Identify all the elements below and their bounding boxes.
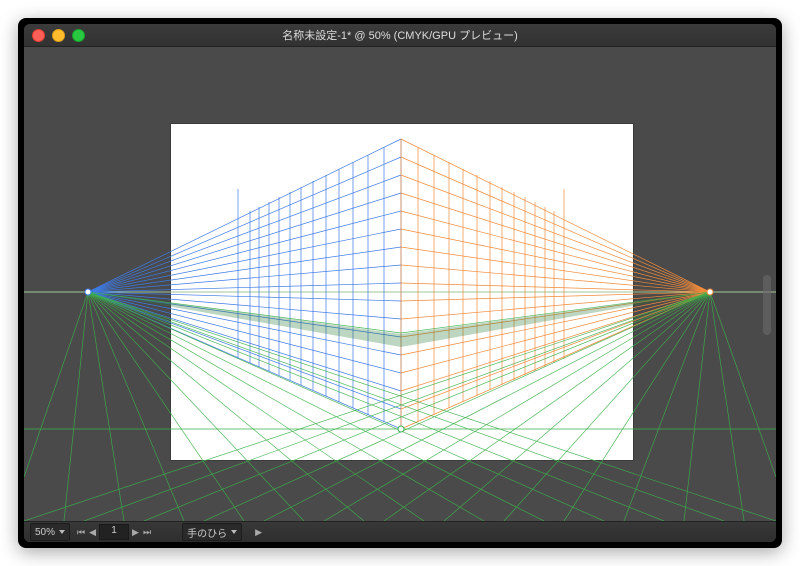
traffic-lights xyxy=(32,29,85,42)
maximize-icon[interactable] xyxy=(72,29,85,42)
minimize-icon[interactable] xyxy=(52,29,65,42)
left-vanishing-point-icon xyxy=(85,289,91,295)
first-page-icon[interactable]: ⏮ xyxy=(76,527,86,538)
last-page-icon[interactable]: ⏭ xyxy=(142,527,152,538)
perspective-grid-overlay xyxy=(24,47,776,521)
zoom-select[interactable]: 50% xyxy=(30,523,70,541)
titlebar: 名称未設定-1* @ 50% (CMYK/GPU プレビュー) xyxy=(24,24,776,47)
chevron-down-icon xyxy=(231,530,237,534)
zoom-value: 50% xyxy=(35,527,55,538)
next-page-icon[interactable]: ▶ xyxy=(131,527,140,538)
status-bar: 50% ⏮ ◀ 1 ▶ ⏭ 手のひら ▶ xyxy=(24,521,776,542)
prev-page-icon[interactable]: ◀ xyxy=(88,527,97,538)
tool-select[interactable]: 手のひら xyxy=(182,523,242,541)
chevron-down-icon xyxy=(59,530,65,534)
canvas-workspace[interactable] xyxy=(24,47,776,521)
artboard-nav: ⏮ ◀ 1 ▶ ⏭ xyxy=(76,524,152,540)
tool-name: 手のひら xyxy=(187,525,227,540)
app-window: 名称未設定-1* @ 50% (CMYK/GPU プレビュー) xyxy=(24,24,776,542)
play-icon[interactable]: ▶ xyxy=(254,527,263,538)
page-input[interactable]: 1 xyxy=(99,524,129,540)
right-vanishing-point-icon xyxy=(707,289,713,295)
vertical-scrollbar[interactable] xyxy=(761,75,773,495)
scroll-thumb[interactable] xyxy=(763,275,771,335)
close-icon[interactable] xyxy=(32,29,45,42)
window-title: 名称未設定-1* @ 50% (CMYK/GPU プレビュー) xyxy=(24,27,776,43)
page-value: 1 xyxy=(111,525,117,536)
ground-origin-icon xyxy=(398,426,404,432)
window-shadow-wrap: 名称未設定-1* @ 50% (CMYK/GPU プレビュー) xyxy=(18,18,782,548)
